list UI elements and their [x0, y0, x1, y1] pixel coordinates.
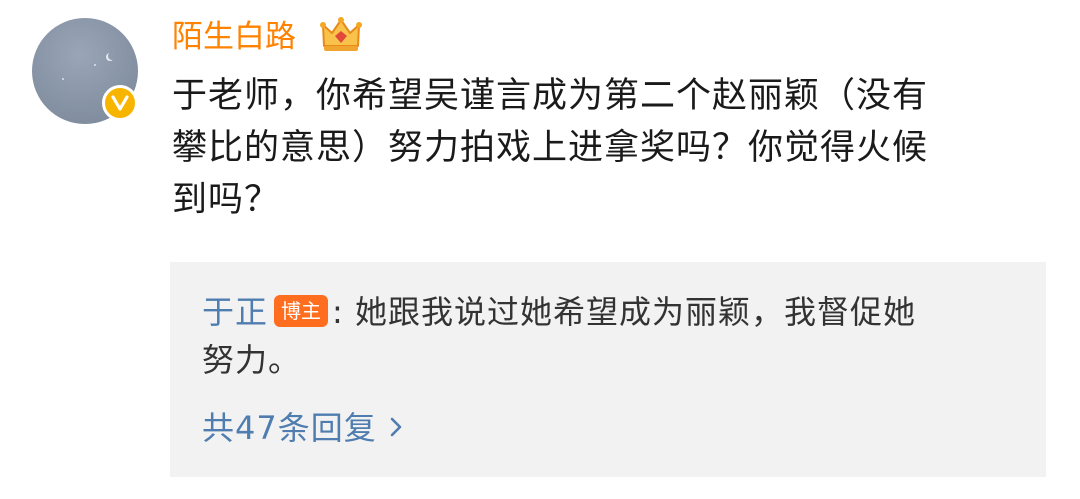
comment-line: 攀比的意思）努力拍戏上进拿奖吗？你觉得火候: [172, 128, 929, 168]
reply-line: 她跟我说过她希望成为丽颖，我督促她: [343, 293, 916, 331]
verified-badge-icon: [102, 85, 138, 121]
blogger-tag: 博主: [274, 295, 329, 327]
star-decoration: [94, 64, 96, 66]
reply-author[interactable]: 于正: [202, 293, 268, 331]
comment-line: 于老师，你希望吴谨言成为第二个赵丽颖（没有: [172, 76, 929, 116]
crown-vip-icon: [320, 17, 362, 51]
username[interactable]: 陌生白路: [172, 14, 296, 60]
moon-decoration: [108, 52, 116, 60]
reply-preview-box[interactable]: 于正 博主: 她跟我说过她希望成为丽颖，我督促她 努力。 共47条回复: [170, 262, 1046, 477]
more-replies-link[interactable]: 共47条回复: [202, 404, 403, 452]
star-decoration: [62, 78, 64, 80]
more-replies-label: 共47条回复: [202, 409, 377, 447]
comment-line: 到吗？: [172, 180, 281, 220]
reply-line: 努力。: [202, 341, 302, 379]
reply-separator: :: [332, 293, 344, 331]
chevron-right-icon: [390, 417, 402, 437]
reply-text: 于正 博主: 她跟我说过她希望成为丽颖，我督促她 努力。: [202, 288, 1022, 384]
comment-text: 于老师，你希望吴谨言成为第二个赵丽颖（没有 攀比的意思）努力拍戏上进拿奖吗？你觉…: [172, 70, 1048, 226]
